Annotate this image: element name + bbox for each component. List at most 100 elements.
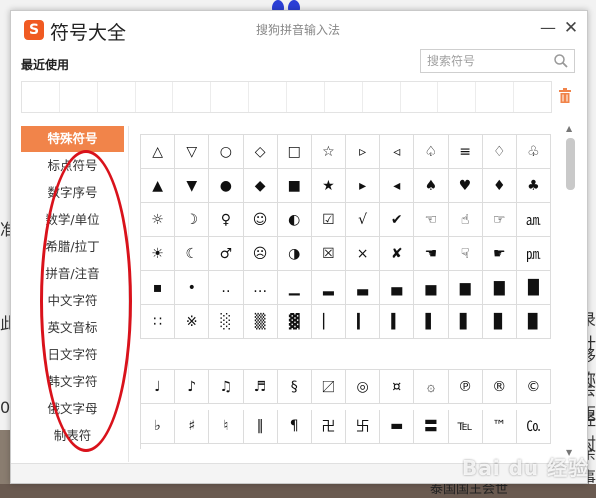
close-button[interactable]: ✕ [560, 17, 582, 39]
symbol-cell[interactable]: ░ [209, 305, 244, 339]
symbol-cell[interactable]: ▏ [311, 305, 346, 339]
sidebar-item[interactable]: 中文字符 [21, 288, 124, 314]
symbol-cell[interactable]: ♂ [209, 237, 244, 271]
symbol-cell[interactable]: ▅ [414, 271, 449, 305]
sidebar-item[interactable]: 日文字符 [21, 342, 124, 368]
sidebar-item[interactable]: 俄文字母 [21, 396, 124, 422]
symbol-cell[interactable]: ▊ [482, 305, 517, 339]
symbol-cell[interactable]: ♣ [516, 169, 551, 203]
symbol-cell[interactable]: ℗ [448, 370, 483, 404]
symbol-cell[interactable]: △ [141, 135, 176, 169]
symbol-cell[interactable]: 〼 [311, 370, 346, 404]
recent-symbol-cell[interactable] [363, 82, 401, 112]
title-bar[interactable]: S 符号大全 搜狗拼音输入法 — ✕ [11, 11, 587, 49]
search-icon[interactable] [553, 53, 569, 69]
symbol-cell[interactable]: ▲ [141, 169, 176, 203]
symbol-cell[interactable]: 卍 [311, 409, 346, 444]
symbol-cell[interactable]: ◐ [277, 203, 312, 237]
symbol-cell[interactable]: ▌ [414, 305, 449, 339]
symbol-cell[interactable]: ▹ [346, 135, 381, 169]
symbol-cell[interactable]: ☜ [414, 203, 449, 237]
symbol-cell[interactable]: ♢ [482, 135, 517, 169]
symbol-cell[interactable]: ▬ [380, 409, 415, 444]
symbol-cell[interactable]: ☀ [141, 237, 176, 271]
symbol-cell[interactable]: ▉ [516, 305, 551, 339]
symbol-cell[interactable]: ✔ [380, 203, 415, 237]
symbol-cell[interactable]: ♠ [414, 169, 449, 203]
symbol-cell[interactable]: 〓 [414, 409, 449, 444]
symbol-cell[interactable]: ▸ [346, 169, 381, 203]
symbol-cell[interactable]: ▆ [448, 271, 483, 305]
recent-symbol-cell[interactable] [22, 82, 60, 112]
symbol-cell[interactable]: ★ [311, 169, 346, 203]
sidebar-item[interactable]: 标点符号 [21, 153, 124, 179]
sidebar-item[interactable]: 希腊/拉丁 [21, 234, 124, 260]
symbol-cell[interactable]: ◆ [243, 169, 278, 203]
symbol-cell[interactable]: ♮ [209, 409, 244, 444]
symbol-cell[interactable]: 卐 [346, 409, 381, 444]
symbol-cell[interactable]: ◑ [277, 237, 312, 271]
symbol-cell[interactable]: ☞ [482, 203, 517, 237]
symbol-cell[interactable]: ♪ [175, 370, 210, 404]
symbol-cell[interactable]: ♦ [482, 169, 517, 203]
scrollbar[interactable]: ▲ ▼ [564, 124, 577, 462]
symbol-cell[interactable]: ■ [277, 169, 312, 203]
symbol-cell[interactable]: ☟ [448, 237, 483, 271]
symbol-cell[interactable]: ® [482, 370, 517, 404]
symbol-cell[interactable]: ▎ [346, 305, 381, 339]
symbol-cell[interactable]: ☺ [243, 203, 278, 237]
scroll-thumb[interactable] [566, 138, 575, 190]
sidebar-item[interactable]: 制表符 [21, 423, 124, 449]
sidebar-item[interactable]: 特殊符号 [21, 126, 124, 152]
symbol-cell[interactable]: ▄ [380, 271, 415, 305]
recent-symbol-cell[interactable] [60, 82, 98, 112]
symbol-cell[interactable]: ㏂ [516, 203, 551, 237]
symbol-cell[interactable]: ▒ [243, 305, 278, 339]
trash-icon[interactable] [558, 88, 572, 104]
recent-symbol-cell[interactable] [287, 82, 325, 112]
recent-symbol-cell[interactable] [136, 82, 174, 112]
symbol-cell[interactable]: • [175, 271, 210, 305]
symbol-cell[interactable]: ▃ [346, 271, 381, 305]
symbol-cell[interactable]: ♫ [209, 370, 244, 404]
recent-symbol-cell[interactable] [211, 82, 250, 112]
symbol-cell[interactable]: ◇ [243, 135, 278, 169]
symbol-cell[interactable]: § [277, 370, 312, 404]
symbol-cell[interactable]: ∷ [141, 305, 176, 339]
sidebar-item[interactable]: 数字序号 [21, 180, 124, 206]
symbol-cell[interactable]: ▁ [277, 271, 312, 305]
sidebar-item[interactable]: 英文音标 [21, 315, 124, 341]
symbol-cell[interactable]: ☒ [311, 237, 346, 271]
recent-symbol-cell[interactable] [249, 82, 288, 112]
symbol-cell[interactable]: ▓ [277, 305, 312, 339]
recent-symbol-cell[interactable] [173, 82, 212, 112]
recent-symbol-cell[interactable] [438, 82, 477, 112]
symbol-cell[interactable]: ▍ [380, 305, 415, 339]
symbol-cell[interactable]: █ [516, 271, 551, 305]
recent-symbol-cell[interactable] [514, 82, 551, 112]
symbol-cell[interactable]: ♥ [448, 169, 483, 203]
symbol-cell[interactable]: ☾ [175, 237, 210, 271]
symbol-cell[interactable]: ☚ [414, 237, 449, 271]
symbol-cell[interactable]: ♯ [175, 409, 210, 444]
symbol-cell[interactable]: ○ [209, 135, 244, 169]
symbol-cell[interactable]: ● [209, 169, 244, 203]
symbol-cell[interactable]: ※ [175, 305, 210, 339]
symbol-cell[interactable]: ◎ [346, 370, 381, 404]
recent-symbol-cell[interactable] [325, 82, 363, 112]
recent-symbol-cell[interactable] [476, 82, 515, 112]
search-input[interactable] [427, 53, 547, 69]
symbol-cell[interactable]: ♀ [209, 203, 244, 237]
symbol-cell[interactable]: ▇ [482, 271, 517, 305]
scroll-up-icon[interactable]: ▲ [566, 124, 572, 133]
symbol-cell[interactable]: ♬ [243, 370, 278, 404]
symbol-cell[interactable]: … [243, 271, 278, 305]
symbol-cell[interactable]: ▂ [311, 271, 346, 305]
symbol-cell[interactable]: ☆ [311, 135, 346, 169]
symbol-cell[interactable]: × [346, 237, 381, 271]
symbol-cell[interactable]: ㏇ [516, 409, 551, 444]
symbol-cell[interactable]: ™ [482, 409, 517, 444]
sidebar-item[interactable]: 拼音/注音 [21, 261, 124, 287]
sidebar-item[interactable]: 数学/单位 [21, 207, 124, 233]
symbol-cell[interactable]: □ [277, 135, 312, 169]
